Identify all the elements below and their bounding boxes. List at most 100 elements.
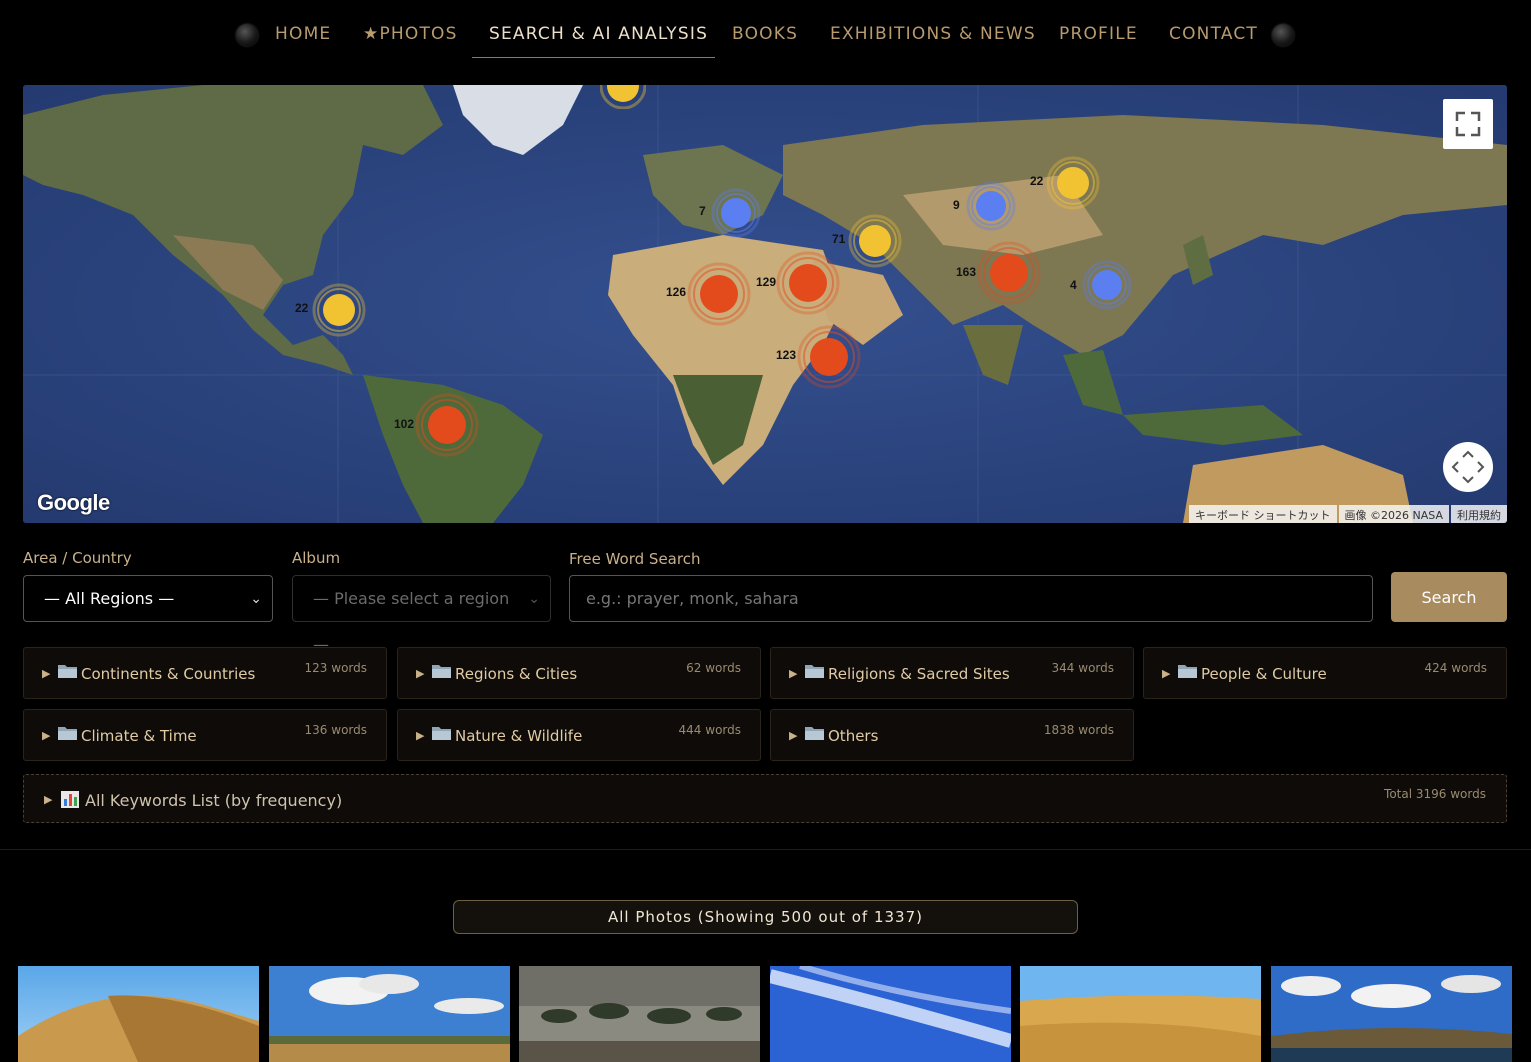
category-count: 136 words	[304, 723, 367, 737]
map-cluster-count: 123	[776, 348, 797, 362]
chevron-down-icon: ⌄	[250, 591, 262, 607]
all-keywords-title: All Keywords List (by frequency)	[85, 791, 343, 810]
category-continents-countries[interactable]: ▶ Continents & Countries 123 words	[23, 647, 387, 699]
map-cluster-marker[interactable]	[797, 325, 861, 393]
map-cluster-marker[interactable]	[687, 262, 751, 330]
main-nav: HOME ★PHOTOS SEARCH & AI ANALYSIS BOOKS …	[0, 0, 1531, 62]
photo-thumbnail[interactable]	[18, 966, 259, 1062]
oasis-lake-photo-icon	[1271, 966, 1512, 1062]
map-cluster-marker[interactable]	[415, 393, 479, 461]
desert-oasis-clouds-photo-icon	[269, 966, 510, 1062]
category-count: 123 words	[304, 661, 367, 675]
map-cluster-count: 9	[953, 198, 960, 212]
map-camera-control-button[interactable]	[1443, 442, 1493, 492]
expand-triangle-icon: ▶	[789, 729, 798, 742]
photo-thumbnail[interactable]	[770, 966, 1011, 1062]
photos-heading: All Photos (Showing 500 out of 1337)	[453, 900, 1078, 934]
map-cluster-marker[interactable]	[599, 85, 647, 113]
map-cluster-marker[interactable]	[776, 251, 840, 319]
folder-icon	[58, 665, 77, 678]
nav-left-orb-icon	[236, 24, 258, 46]
terms-link[interactable]: 利用規約	[1451, 505, 1507, 523]
expand-triangle-icon: ▶	[1162, 667, 1171, 680]
map-attribution: キーボード ショートカット 画像 ©2026 NASA 利用規約	[1187, 505, 1507, 523]
category-people-culture[interactable]: ▶ People & Culture 424 words	[1143, 647, 1507, 699]
category-count: 424 words	[1424, 661, 1487, 675]
album-value: — Please select a region —	[313, 589, 510, 654]
nav-photos[interactable]: ★PHOTOS	[363, 24, 458, 44]
map-cluster-marker[interactable]	[312, 283, 366, 341]
map-cluster-count: 22	[295, 301, 309, 315]
fullscreen-button[interactable]	[1443, 99, 1493, 149]
expand-triangle-icon: ▶	[789, 667, 798, 680]
chevron-down-icon: ⌄	[528, 591, 540, 607]
map-cluster-count: 102	[394, 417, 415, 431]
category-regions-cities[interactable]: ▶ Regions & Cities 62 words	[397, 647, 761, 699]
area-country-select[interactable]: — All Regions — ⌄	[23, 575, 273, 622]
free-word-search-label: Free Word Search	[569, 550, 701, 568]
google-logo: Google	[37, 490, 110, 515]
search-button[interactable]: Search	[1391, 572, 1507, 622]
nav-books[interactable]: BOOKS	[732, 24, 798, 44]
album-select[interactable]: — Please select a region — ⌄	[292, 575, 551, 654]
nav-search-ai-analysis[interactable]: SEARCH & AI ANALYSIS	[489, 24, 708, 44]
nav-right-orb-icon	[1272, 24, 1294, 46]
fullscreen-icon	[1455, 111, 1481, 137]
category-religions-sacred-sites[interactable]: ▶ Religions & Sacred Sites 344 words	[770, 647, 1134, 699]
map-cluster-count: 126	[666, 285, 687, 299]
category-title: Religions & Sacred Sites	[828, 665, 1010, 683]
folder-icon	[1178, 665, 1197, 678]
map-cluster-count: 7	[699, 204, 706, 218]
area-country-value: — All Regions —	[44, 589, 175, 608]
category-count: 62 words	[686, 661, 741, 675]
section-divider	[0, 849, 1531, 850]
expand-triangle-icon: ▶	[44, 793, 53, 806]
bar-chart-icon	[61, 791, 79, 808]
photo-thumbnail[interactable]	[269, 966, 510, 1062]
category-title: People & Culture	[1201, 665, 1327, 683]
photo-thumbnail[interactable]	[1271, 966, 1512, 1062]
category-title: Others	[828, 727, 879, 745]
map-cluster-marker[interactable]	[848, 214, 902, 272]
map-cluster-marker[interactable]	[1082, 260, 1132, 314]
keyboard-shortcuts-link[interactable]: キーボード ショートカット	[1189, 505, 1337, 523]
free-word-search-input[interactable]	[569, 575, 1373, 622]
nav-exhibitions-news[interactable]: EXHIBITIONS & NEWS	[830, 24, 1036, 44]
nav-home[interactable]: HOME	[275, 24, 331, 44]
map-cluster-marker[interactable]	[711, 188, 761, 242]
all-keywords-list[interactable]: ▶ All Keywords List (by frequency) Total…	[23, 774, 1507, 823]
category-others[interactable]: ▶ Others 1838 words	[770, 709, 1134, 761]
expand-triangle-icon: ▶	[42, 667, 51, 680]
world-map[interactable]: 7 9 22 71 22 126 129 163 4 123 102 Googl…	[23, 85, 1507, 523]
photo-thumbnail[interactable]	[1020, 966, 1261, 1062]
palm-grove-photo-icon	[519, 966, 760, 1062]
category-title: Continents & Countries	[81, 665, 256, 683]
folder-icon	[58, 727, 77, 740]
map-cluster-count: 163	[956, 265, 977, 279]
category-climate-time[interactable]: ▶ Climate & Time 136 words	[23, 709, 387, 761]
album-label: Album	[292, 549, 341, 567]
folder-icon	[805, 665, 824, 678]
nav-contact[interactable]: CONTACT	[1169, 24, 1258, 44]
category-count: 1838 words	[1043, 723, 1114, 737]
photo-thumbnail[interactable]	[519, 966, 760, 1062]
map-cluster-count: 4	[1070, 278, 1077, 292]
category-count: 444 words	[678, 723, 741, 737]
map-cluster-count: 71	[832, 232, 846, 246]
map-cluster-marker[interactable]	[1046, 156, 1100, 214]
expand-triangle-icon: ▶	[416, 667, 425, 680]
category-title: Nature & Wildlife	[455, 727, 583, 745]
category-count: 344 words	[1051, 661, 1114, 675]
imagery-credit: 画像 ©2026 NASA	[1338, 505, 1449, 523]
desert-dune-photo-icon	[18, 966, 259, 1062]
map-cluster-marker[interactable]	[977, 241, 1041, 309]
nav-profile[interactable]: PROFILE	[1059, 24, 1138, 44]
expand-triangle-icon: ▶	[416, 729, 425, 742]
category-nature-wildlife[interactable]: ▶ Nature & Wildlife 444 words	[397, 709, 761, 761]
all-keywords-count: Total 3196 words	[1384, 787, 1486, 801]
map-cluster-count: 22	[1030, 174, 1044, 188]
folder-icon	[432, 665, 451, 678]
map-cluster-marker[interactable]	[966, 181, 1016, 235]
blue-sky-clouds-photo-icon	[770, 966, 1011, 1062]
folder-icon	[805, 727, 824, 740]
